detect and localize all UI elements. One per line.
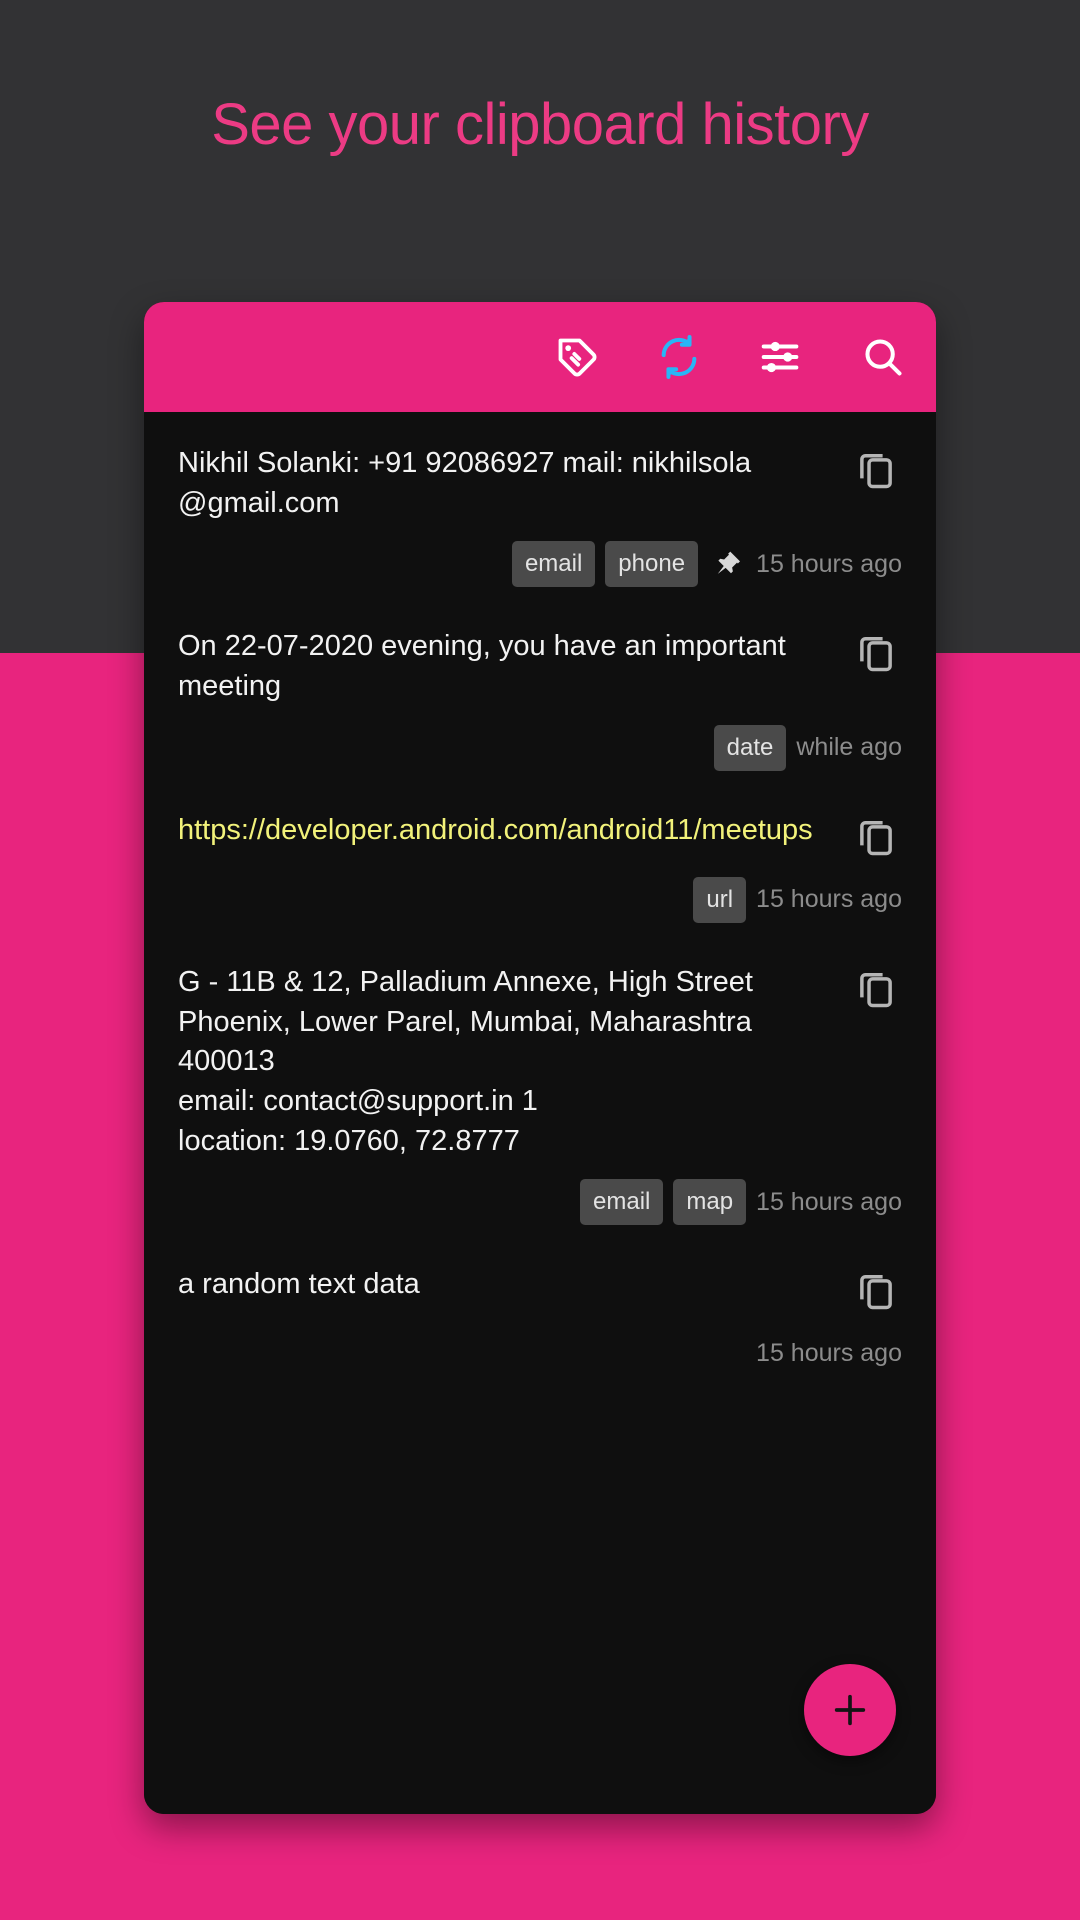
- clipboard-item-body: https://developer.android.com/android11/…: [178, 811, 902, 859]
- clipboard-item-text: Nikhil Solanki: +91 92086927 mail: nikhi…: [178, 447, 752, 519]
- sync-icon[interactable]: [656, 334, 702, 380]
- copy-icon[interactable]: [854, 631, 898, 675]
- clipboard-item[interactable]: Nikhil Solanki: +91 92086927 mail: nikhi…: [144, 418, 936, 601]
- clipboard-item-body: a random text data: [178, 1265, 902, 1313]
- tag-chip-url[interactable]: url: [693, 876, 747, 923]
- clipboard-item-meta: email map 15 hours ago: [178, 1179, 902, 1226]
- clipboard-item-text: G - 11B & 12, Palladium Annexe, High Str…: [178, 965, 753, 1157]
- clipboard-item[interactable]: On 22-07-2020 evening, you have an impor…: [144, 601, 936, 784]
- clipboard-item[interactable]: G - 11B & 12, Palladium Annexe, High Str…: [144, 937, 936, 1240]
- timestamp: 15 hours ago: [756, 1187, 902, 1216]
- add-button[interactable]: [804, 1664, 896, 1756]
- app-bar: [144, 302, 936, 412]
- copy-icon[interactable]: [854, 967, 898, 1011]
- copy-icon[interactable]: [854, 815, 898, 859]
- tag-chip-email[interactable]: email: [511, 541, 596, 588]
- search-icon[interactable]: [860, 334, 906, 380]
- clipboard-item-meta: url 15 hours ago: [178, 876, 902, 923]
- clipboard-item-body: G - 11B & 12, Palladium Annexe, High Str…: [178, 963, 902, 1162]
- clipboard-item-body: On 22-07-2020 evening, you have an impor…: [178, 627, 902, 706]
- tag-chip-email[interactable]: email: [580, 1179, 664, 1226]
- clipboard-item-url: https://developer.android.com/android11/…: [178, 813, 813, 846]
- clipboard-item-meta: date while ago: [178, 724, 902, 771]
- page-title: See your clipboard history: [211, 92, 869, 157]
- copy-icon[interactable]: [854, 448, 898, 492]
- tag-icon[interactable]: [554, 334, 600, 380]
- clipboard-item-meta: email phone 15 hours ago: [178, 541, 902, 588]
- timestamp: 15 hours ago: [756, 885, 902, 914]
- timestamp: 15 hours ago: [756, 549, 902, 578]
- tag-chip-map[interactable]: map: [673, 1179, 747, 1226]
- timestamp: while ago: [796, 733, 902, 762]
- clipboard-item[interactable]: https://developer.android.com/android11/…: [144, 785, 936, 937]
- tune-icon[interactable]: [758, 334, 804, 380]
- clipboard-item-body: Nikhil Solanki: +91 92086927 mail: nikhi…: [178, 444, 902, 523]
- clipboard-item-text: On 22-07-2020 evening, you have an impor…: [178, 630, 786, 703]
- tag-chip-date[interactable]: date: [713, 724, 787, 771]
- timestamp: 15 hours ago: [756, 1338, 902, 1367]
- clipboard-item-meta: 15 hours ago: [178, 1331, 902, 1375]
- tag-chip-phone[interactable]: phone: [605, 541, 699, 588]
- copy-icon[interactable]: [854, 1269, 898, 1313]
- clipboard-item-text: a random text data: [178, 1268, 420, 1301]
- clipboard-item[interactable]: a random text data 15 hours ago: [144, 1239, 936, 1389]
- pin-icon[interactable]: [712, 549, 742, 579]
- app-screenshot-card: Nikhil Solanki: +91 92086927 mail: nikhi…: [144, 302, 936, 1814]
- plus-icon: [834, 1694, 866, 1726]
- clipboard-history-list[interactable]: Nikhil Solanki: +91 92086927 mail: nikhi…: [144, 412, 936, 1814]
